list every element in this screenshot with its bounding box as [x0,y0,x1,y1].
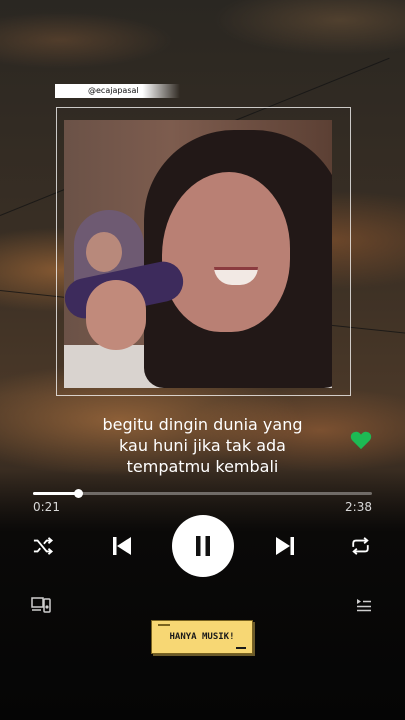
lyrics-text: begitu dingin dunia yang kau huni jika t… [60,414,345,477]
album-cover [64,120,332,388]
progress-bar[interactable] [33,489,372,498]
progress-fill [33,492,79,495]
badge-decoration [158,624,170,626]
pause-button[interactable] [172,515,234,577]
hanya-musik-badge: HANYA MUSIK! [151,620,253,654]
skip-previous-icon[interactable] [111,535,133,557]
shuffle-icon[interactable] [32,536,54,556]
cover-hand [86,280,146,350]
heart-icon[interactable] [350,430,372,450]
lyrics-line: tempatmu kembali [126,457,279,476]
pause-icon [196,536,210,556]
lyrics-line: kau huni jika tak ada [119,436,286,455]
queue-icon[interactable] [356,598,372,612]
total-duration: 2:38 [345,500,372,514]
skip-next-icon[interactable] [274,535,296,557]
cover-singer-face [162,172,290,332]
badge-label: HANYA MUSIK! [169,632,235,642]
lyrics-line: begitu dingin dunia yang [102,415,303,434]
connect-devices-icon[interactable] [31,597,51,613]
repeat-icon[interactable] [349,536,372,556]
elapsed-time: 0:21 [33,500,60,514]
progress-knob[interactable] [73,489,83,498]
creator-handle: @ecajapasal [88,86,139,95]
cover-background-face [86,232,122,272]
badge-decoration [236,647,246,649]
